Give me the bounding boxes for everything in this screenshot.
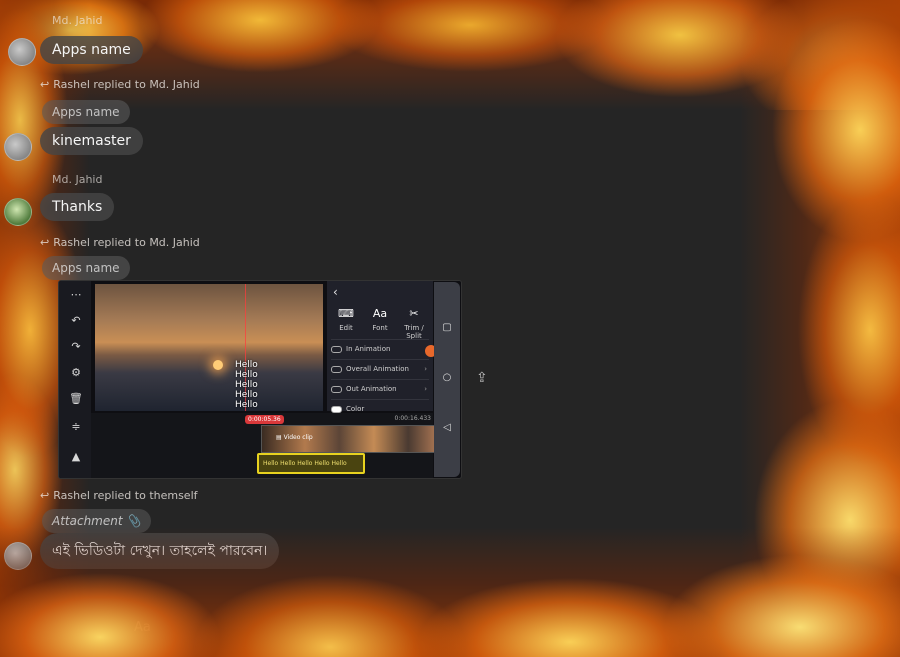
hello-line: Hello bbox=[235, 370, 258, 380]
option-label: In Animation bbox=[346, 345, 391, 353]
tab-font: Aa Font bbox=[363, 307, 397, 332]
quoted-attachment-label: Attachment bbox=[52, 514, 123, 528]
trash-icon: 🗑 bbox=[69, 392, 83, 405]
message-bubble[interactable]: kinemaster bbox=[40, 127, 143, 155]
quoted-message[interactable]: Apps name bbox=[42, 100, 130, 124]
option-label: Overall Animation bbox=[346, 365, 409, 373]
paperclip-icon: 📎 bbox=[126, 514, 142, 528]
tab-label: Font bbox=[372, 324, 388, 332]
option-label: Out Animation bbox=[346, 385, 397, 393]
scissors-icon: ✂ bbox=[409, 307, 419, 320]
option-row: Overall Animation › bbox=[331, 359, 429, 378]
reply-header-text: Rashel replied to themself bbox=[53, 489, 198, 502]
sun bbox=[213, 360, 223, 370]
tab-label: Edit bbox=[339, 324, 353, 332]
more-icon: ⋯ bbox=[70, 288, 82, 301]
avatar[interactable] bbox=[8, 38, 36, 66]
android-nav-bar: ▢ ○ ◁ bbox=[434, 282, 460, 477]
redo-icon: ↷ bbox=[71, 340, 81, 353]
video-clip-label: ▤ Video clip bbox=[276, 434, 313, 441]
reply-header-text: Rashel replied to Md. Jahid bbox=[53, 236, 200, 249]
home-icon: ○ bbox=[442, 372, 452, 383]
total-time: 0:00:16.433 bbox=[394, 415, 432, 422]
chat-thread: Md. Jahid Apps name ↩ Rashel replied to M… bbox=[0, 0, 900, 657]
back-icon: ◁ bbox=[443, 422, 451, 433]
composer-placeholder[interactable]: Aa bbox=[134, 620, 151, 635]
hello-line: Hello bbox=[235, 390, 258, 400]
tab-edit: ⌨ Edit bbox=[329, 307, 363, 332]
message-sender: Md. Jahid bbox=[52, 173, 103, 186]
hello-line: Hello bbox=[235, 380, 258, 390]
reply-arrow-icon: ↩ bbox=[40, 78, 50, 91]
split-icon: ≑ bbox=[71, 420, 81, 433]
message-bubble[interactable]: এই ভিডিওটা দেখুন। তাহলেই পারবেন। bbox=[40, 533, 280, 569]
message-bubble[interactable]: Apps name bbox=[40, 36, 143, 64]
editor-side-panel: ‹ ⌨ Edit Aa Font ✂ Trim / Split In Animatio… bbox=[327, 281, 433, 413]
quoted-attachment[interactable]: Attachment 📎 bbox=[42, 509, 152, 533]
message-bubble[interactable]: Thanks bbox=[40, 193, 115, 221]
reply-arrow-icon: ↩ bbox=[40, 489, 50, 502]
back-chevron-icon: ‹ bbox=[333, 285, 338, 299]
hello-text-overlay: Hello Hello Hello Hello Hello bbox=[235, 360, 258, 410]
video-clip: ▤ Video clip bbox=[261, 425, 435, 453]
option-label: Color bbox=[346, 405, 365, 413]
tab-trim-split: ✂ Trim / Split bbox=[397, 307, 431, 340]
option-row: In Animation bbox=[331, 339, 429, 358]
reply-header-text: Rashel replied to Md. Jahid bbox=[53, 78, 200, 91]
record-icon: ▲ bbox=[71, 450, 81, 463]
reply-header: ↩ Rashel replied to themself bbox=[40, 489, 198, 502]
reply-header: ↩ Rashel replied to Md. Jahid bbox=[40, 78, 200, 91]
option-row: Out Animation › bbox=[331, 379, 429, 398]
font-icon: Aa bbox=[372, 307, 388, 320]
undo-icon: ↶ bbox=[71, 314, 81, 327]
current-time-badge: 0:00:05.36 bbox=[245, 415, 284, 424]
settings-icon: ⚙ bbox=[71, 366, 81, 379]
reply-header: ↩ Rashel replied to Md. Jahid bbox=[40, 236, 200, 249]
keyboard-icon: ⌨ bbox=[338, 307, 354, 320]
editor-left-toolbar: ⋯ ↶ ↷ ⚙ 🗑 ≑ ▲ bbox=[59, 281, 91, 478]
message-sender: Md. Jahid bbox=[52, 14, 103, 27]
editor-timeline: 0:00:05.36 0:00:16.433 ▤ Video clip Hell… bbox=[91, 413, 435, 478]
tab-label: Trim / Split bbox=[404, 324, 424, 340]
recents-icon: ▢ bbox=[442, 322, 452, 333]
attached-screenshot[interactable]: ⋯ ↶ ↷ ⚙ 🗑 ≑ ▲ Hello Hello Hello Hello He… bbox=[58, 280, 462, 479]
quoted-message[interactable]: Apps name bbox=[42, 256, 130, 280]
avatar[interactable] bbox=[4, 542, 32, 570]
reply-arrow-icon: ↩ bbox=[40, 236, 50, 249]
avatar[interactable] bbox=[4, 133, 32, 161]
text-clip-label: Hello Hello Hello Hello Hello bbox=[263, 460, 347, 467]
avatar[interactable] bbox=[4, 198, 32, 226]
hello-line: Hello bbox=[235, 360, 258, 370]
video-preview: Hello Hello Hello Hello Hello bbox=[95, 284, 323, 411]
text-clip: Hello Hello Hello Hello Hello bbox=[257, 453, 365, 474]
editor-tabs: ⌨ Edit Aa Font ✂ Trim / Split bbox=[327, 307, 433, 340]
hello-line: Hello bbox=[235, 400, 258, 410]
share-icon[interactable]: ⇪ bbox=[476, 370, 488, 386]
